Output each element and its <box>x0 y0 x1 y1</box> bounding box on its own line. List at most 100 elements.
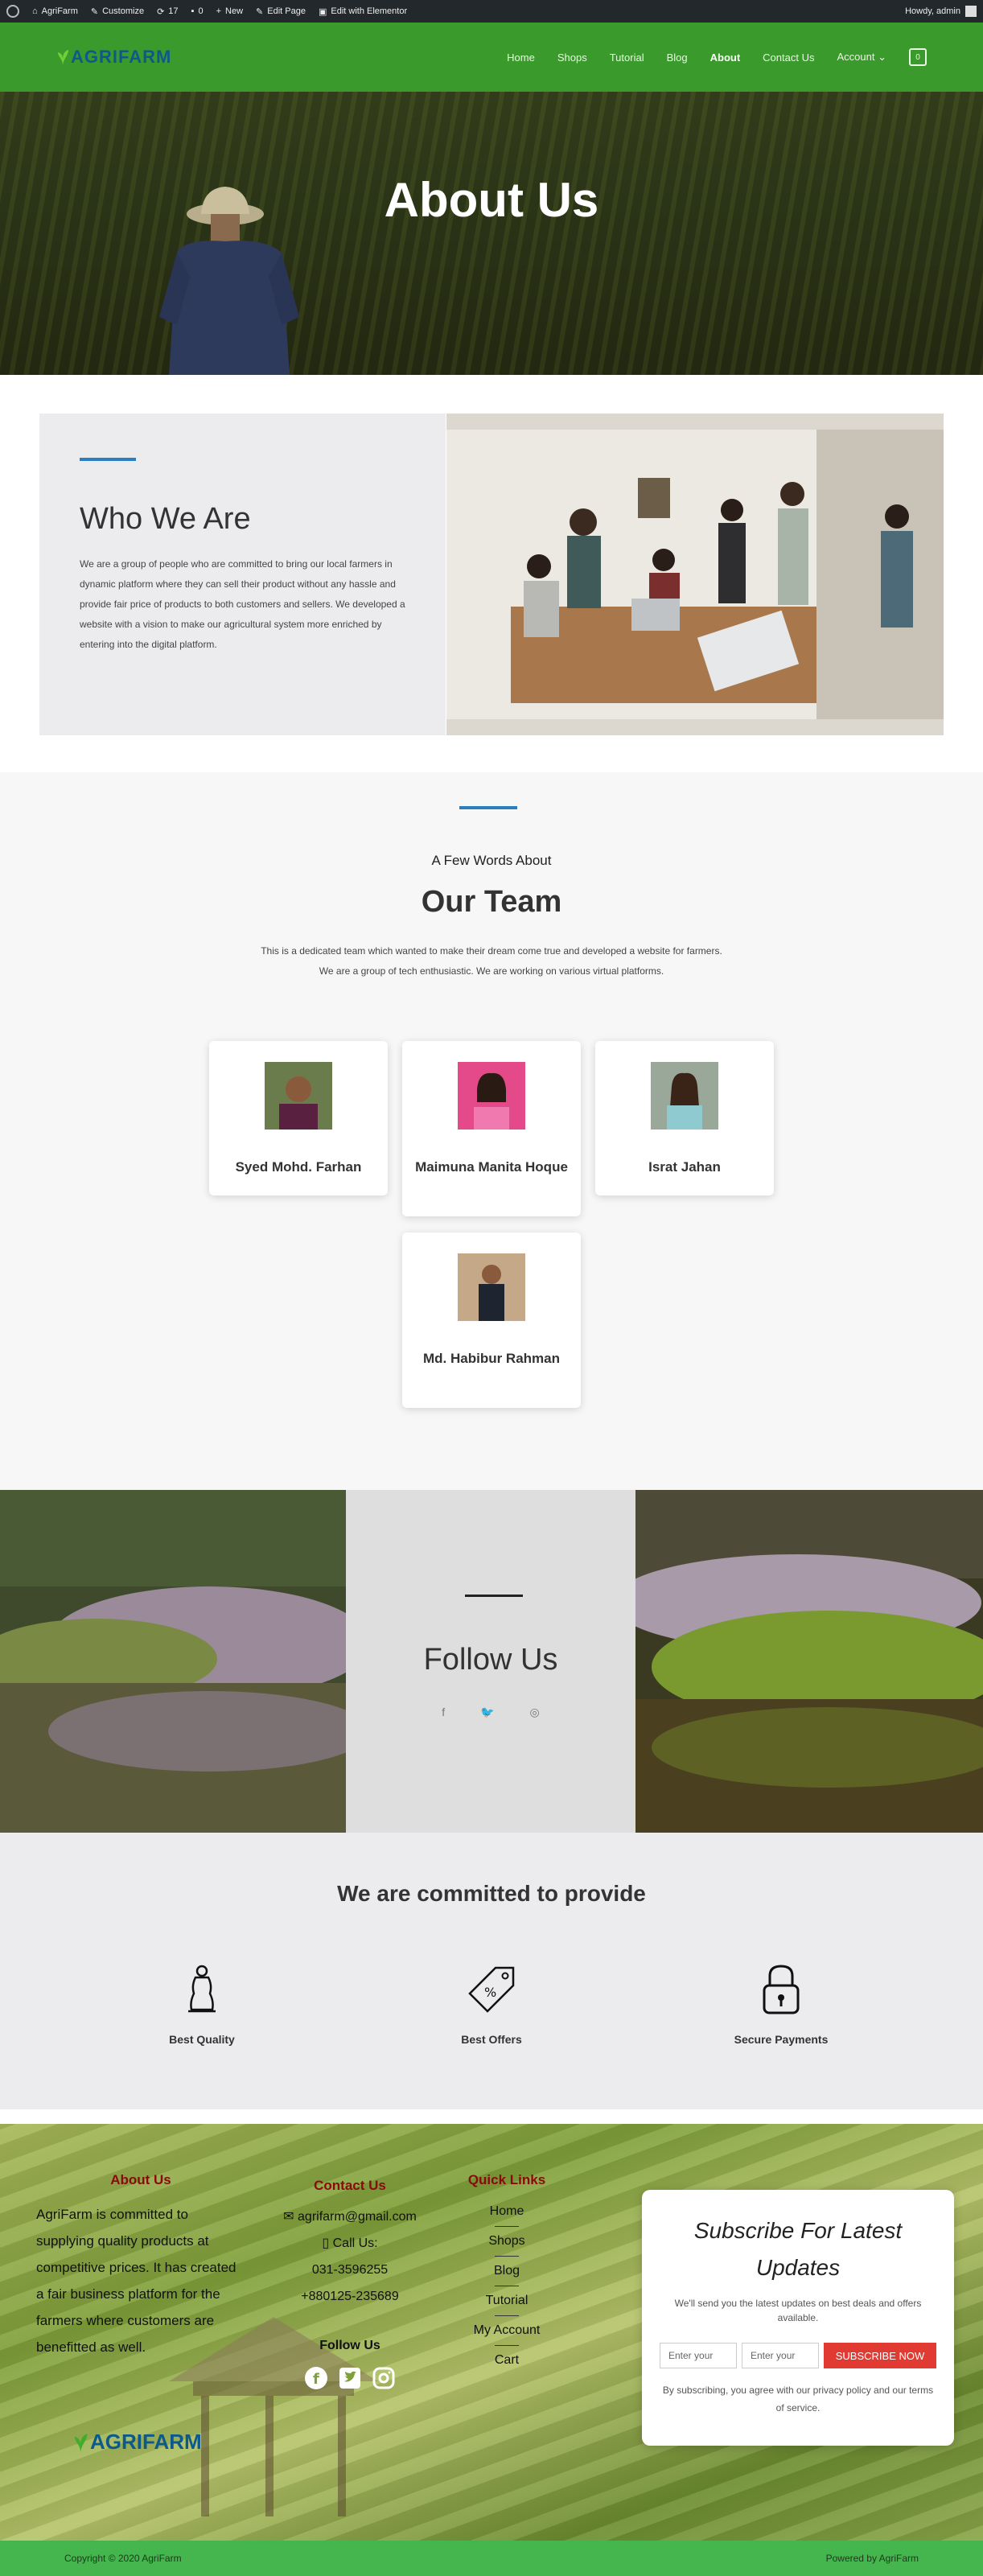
footer-link-shops[interactable]: Shops <box>450 2231 563 2252</box>
facebook-icon[interactable]: f <box>442 1706 445 1719</box>
elementor-icon: ▣ <box>318 6 327 17</box>
nav-contact[interactable]: Contact Us <box>763 51 814 64</box>
accent-line <box>80 458 136 461</box>
nav-shops[interactable]: Shops <box>557 51 587 64</box>
footer-quick-links: Quick Links Home Shops Blog Tutorial My … <box>450 2172 563 2371</box>
team-subtitle: A Few Words About <box>431 853 552 868</box>
main-nav: Home Shops Tutorial Blog About Contact U… <box>507 48 927 66</box>
twitter-icon[interactable]: 🐦 <box>480 1706 494 1719</box>
copyright: Copyright © 2020 AgriFarm <box>64 2553 182 2564</box>
footer-link-home[interactable]: Home <box>450 2201 563 2222</box>
footer-follow-label: Follow Us <box>319 2339 380 2352</box>
team-card: Syed Mohd. Farhan <box>209 1041 388 1195</box>
hero-banner: About Us <box>0 92 983 375</box>
social-icons: f 🐦 ◎ <box>346 1706 635 1719</box>
who-we-are-title: Who We Are <box>80 502 251 536</box>
admin-customize-link[interactable]: ✎ Customize <box>91 6 144 17</box>
admin-updates-link[interactable]: ⟳ 17 <box>157 6 178 17</box>
avatar <box>458 1062 525 1130</box>
admin-edit-page-link[interactable]: ✎ Edit Page <box>256 6 306 17</box>
site-footer: About Us AgriFarm is committed to supply… <box>0 2124 983 2541</box>
plus-icon: + <box>216 6 222 16</box>
member-name: Md. Habibur Rahman <box>422 1351 560 1366</box>
team-description: This is a dedicated team which wanted to… <box>261 945 722 977</box>
envelope-icon: ✉ <box>283 2210 298 2224</box>
footer-about-text: AgriFarm is committed to supplying quali… <box>36 2207 236 2355</box>
admin-account-menu[interactable]: Howdy, admin <box>905 6 977 17</box>
subscribe-email-input[interactable]: Enter your <box>742 2343 819 2368</box>
svg-text:%: % <box>484 1985 496 2000</box>
follow-us-panel: Follow Us f 🐦 ◎ <box>346 1490 635 1833</box>
comment-icon: ▪ <box>191 6 195 16</box>
avatar <box>265 1062 332 1130</box>
facebook-icon[interactable]: f <box>303 2365 329 2391</box>
footer-contact-title: Contact Us <box>314 2178 386 2193</box>
wp-logo-icon[interactable] <box>6 5 19 18</box>
site-header: AGRIFARM Home Shops Tutorial Blog About … <box>0 23 983 92</box>
feature-best-quality: Best Quality <box>97 1961 306 2046</box>
pencil-icon: ✎ <box>256 6 264 17</box>
nav-home[interactable]: Home <box>507 51 535 64</box>
team-section: A Few Words About Our Team This is a ded… <box>0 772 983 1490</box>
team-card: Md. Habibur Rahman <box>402 1232 581 1408</box>
footer-phone-2[interactable]: +880125-235689 <box>278 2283 422 2310</box>
accent-line <box>459 806 517 809</box>
instagram-icon[interactable] <box>371 2365 397 2391</box>
feature-best-offers: % Best Offers <box>387 1961 596 2046</box>
footer-link-blog[interactable]: Blog <box>450 2261 563 2282</box>
site-logo[interactable]: AGRIFARM <box>56 47 171 68</box>
admin-comments-link[interactable]: ▪ 0 <box>191 6 204 16</box>
avatar <box>651 1062 718 1130</box>
instagram-icon[interactable]: ◎ <box>530 1706 540 1719</box>
who-we-are-text: We are a group of people who are committ… <box>80 558 405 650</box>
lock-icon <box>763 1965 800 2014</box>
footer-link-cart[interactable]: Cart <box>450 2350 563 2371</box>
subscribe-lead: We'll send you the latest updates on bes… <box>674 2298 922 2323</box>
footer-bottom-bar: Copyright © 2020 AgriFarm Powered by Agr… <box>0 2541 983 2576</box>
team-card: Israt Jahan <box>595 1041 774 1195</box>
footer-link-tutorial[interactable]: Tutorial <box>450 2290 563 2311</box>
team-title: Our Team <box>421 885 562 919</box>
member-name: Maimuna Manita Hoque <box>415 1159 568 1175</box>
lake-image <box>0 1490 346 1833</box>
member-name: Syed Mohd. Farhan <box>235 1159 362 1175</box>
subscribe-box: Subscribe For Latest Updates We'll send … <box>642 2190 954 2446</box>
home-icon: ⌂ <box>32 6 38 16</box>
cart-icon[interactable]: 0 <box>909 48 927 66</box>
member-name: Israt Jahan <box>648 1159 721 1175</box>
admin-elementor-link[interactable]: ▣ Edit with Elementor <box>319 6 407 17</box>
nav-tutorial[interactable]: Tutorial <box>610 51 644 64</box>
twitter-icon[interactable] <box>337 2365 363 2391</box>
nav-blog[interactable]: Blog <box>667 51 688 64</box>
feature-label: Secure Payments <box>734 2033 829 2046</box>
footer-logo[interactable]: AGRIFARM <box>72 2430 202 2455</box>
leaf-icon <box>58 50 68 65</box>
follow-us-title: Follow Us <box>423 1643 558 1677</box>
subscribe-form: Enter your Enter your SUBSCRIBE NOW <box>658 2343 938 2368</box>
divider <box>495 2256 519 2257</box>
footer-phone-1[interactable]: 031-3596255 <box>278 2257 422 2283</box>
feature-label: Best Quality <box>169 2033 235 2046</box>
page-title: About Us <box>384 173 599 227</box>
commitment-title: We are committed to provide <box>337 1881 646 1906</box>
nav-about[interactable]: About <box>710 51 741 64</box>
avatar <box>965 6 977 17</box>
team-card: Maimuna Manita Hoque <box>402 1041 581 1216</box>
footer-email[interactable]: ✉ agrifarm@gmail.com <box>278 2204 422 2230</box>
footer-link-my-account[interactable]: My Account <box>450 2320 563 2341</box>
admin-site-link[interactable]: ⌂ AgriFarm <box>32 6 78 16</box>
subscribe-title: Subscribe For Latest Updates <box>693 2218 903 2280</box>
subscribe-button[interactable]: SUBSCRIBE NOW <box>824 2343 936 2368</box>
powered-by: Powered by AgriFarm <box>825 2553 919 2564</box>
avatar <box>458 1253 525 1321</box>
wp-admin-bar: ⌂ AgriFarm ✎ Customize ⟳ 17 ▪ 0 + New ✎ … <box>0 0 983 23</box>
subscribe-name-input[interactable]: Enter your <box>660 2343 737 2368</box>
nav-account[interactable]: Account ⌄ <box>837 51 886 64</box>
phone-icon: ▯ <box>322 2237 333 2250</box>
lake-image <box>635 1490 983 1833</box>
subscribe-terms: By subscribing, you agree with our priva… <box>662 2385 934 2413</box>
footer-social-icons: f <box>278 2365 422 2391</box>
team-photo-graphic <box>446 414 944 735</box>
admin-new-link[interactable]: + New <box>216 6 243 16</box>
team-photo <box>446 414 944 735</box>
